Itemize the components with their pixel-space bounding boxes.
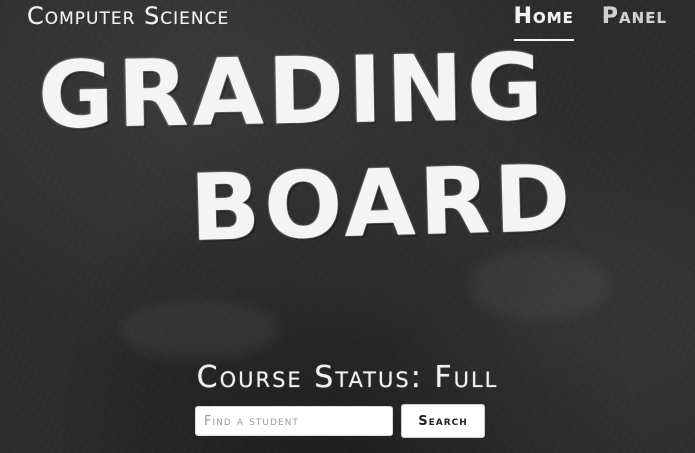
course-status: Course Status: Full xyxy=(196,360,499,395)
nav-panel-link[interactable]: Panel xyxy=(602,4,667,39)
chalk-smudge xyxy=(120,300,280,360)
chalk-smudge xyxy=(470,250,610,320)
search-form: Search xyxy=(195,404,485,438)
hero-title-line-2: Board xyxy=(188,144,576,263)
search-button[interactable]: Search xyxy=(401,404,485,438)
hero-title-line-1: Grading xyxy=(37,33,548,150)
brand-title: Computer Science xyxy=(27,2,230,30)
student-search-input[interactable] xyxy=(195,406,393,436)
